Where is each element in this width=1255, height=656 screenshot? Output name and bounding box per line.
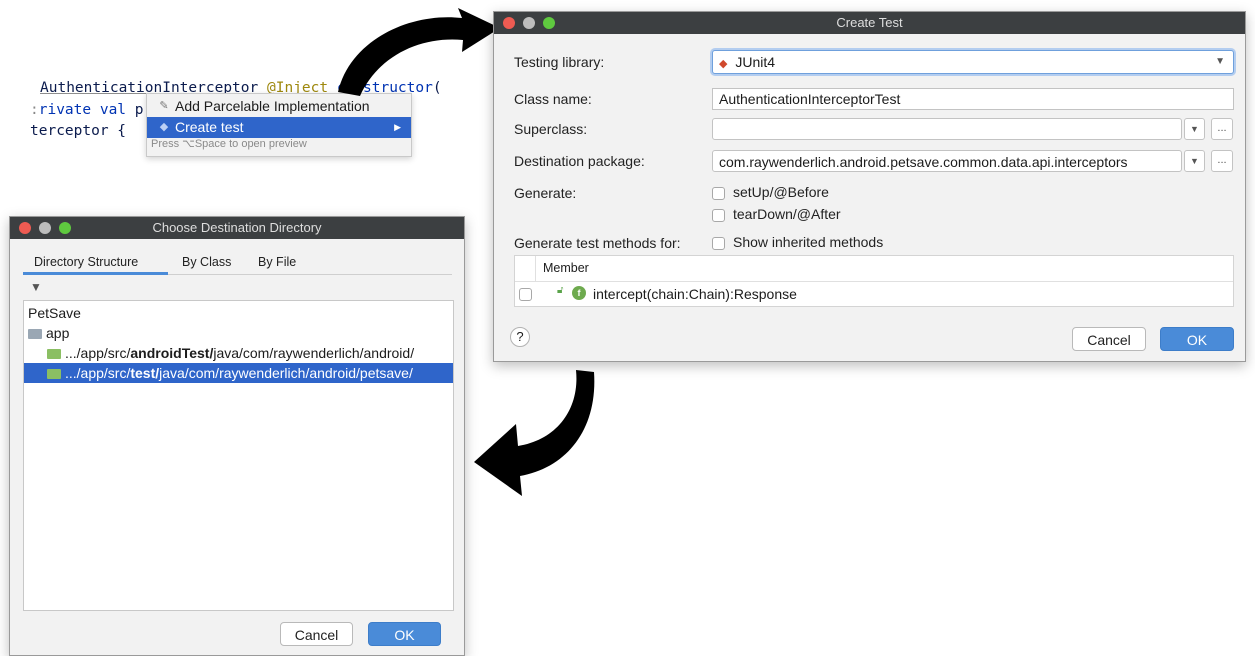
method-icon: f (572, 286, 586, 300)
curved-arrow-right-icon (338, 8, 500, 96)
unlock-icon: 🔓︎ (557, 285, 564, 296)
show-inherited-checkbox[interactable] (712, 237, 725, 250)
destination-package-dropdown-button[interactable]: ▼ (1184, 150, 1205, 172)
table-row[interactable]: 🔓︎ f intercept(chain:Chain):Response (515, 282, 1233, 306)
chevron-down-icon: ▼ (1190, 156, 1199, 166)
superclass-label: Superclass: (514, 121, 588, 137)
show-inherited-label: Show inherited methods (733, 234, 884, 250)
curved-arrow-down-left-icon (474, 370, 595, 496)
setup-label: setUp/@Before (733, 184, 829, 200)
member-table: Member 🔓︎ f intercept(chain:Chain):Respo… (514, 255, 1234, 307)
create-test-dialog: Create Test Testing library: ◆ JUnit4 ▼ … (493, 11, 1246, 362)
generate-label: Generate: (514, 185, 577, 201)
chevron-down-icon: ▼ (1190, 124, 1199, 134)
test-folder-icon (47, 369, 61, 379)
zoom-window-button[interactable] (543, 17, 555, 29)
test-folder-icon (47, 349, 61, 359)
class-name-field[interactable] (712, 88, 1234, 110)
directory-tree: PetSave app .../app/src/androidTest/java… (23, 300, 454, 611)
minimize-window-button[interactable] (523, 17, 535, 29)
minimize-window-button[interactable] (39, 222, 51, 234)
help-button[interactable]: ? (510, 327, 530, 347)
test-methods-label: Generate test methods for: (514, 235, 681, 251)
junit-icon: ◆ (719, 58, 728, 70)
filter-icon[interactable]: ▼ (30, 280, 42, 294)
ok-button[interactable]: OK (368, 622, 441, 646)
tree-item-petsave[interactable]: PetSave (28, 303, 453, 323)
close-window-button[interactable] (503, 17, 515, 29)
tab-by-file[interactable]: By File (258, 255, 296, 269)
tab-directory-structure[interactable]: Directory Structure (34, 255, 138, 269)
teardown-label: tearDown/@After (733, 206, 841, 222)
superclass-dropdown-button[interactable]: ▼ (1184, 118, 1205, 140)
table-header: Member (515, 256, 1233, 282)
testing-library-label: Testing library: (514, 54, 605, 70)
destination-package-browse-button[interactable]: ... (1211, 150, 1233, 172)
member-column-header: Member (543, 261, 589, 275)
member-checkbox[interactable] (519, 288, 532, 301)
ok-button[interactable]: OK (1160, 327, 1234, 351)
superclass-field[interactable] (712, 118, 1182, 140)
tree-item-test[interactable]: .../app/src/test/java/com/raywenderlich/… (24, 363, 453, 383)
choose-destination-dialog: Choose Destination Directory Directory S… (9, 216, 465, 656)
active-tab-indicator (23, 272, 168, 275)
teardown-checkbox[interactable] (712, 209, 725, 222)
destination-package-field[interactable]: com.raywenderlich.android.petsave.common… (712, 150, 1182, 172)
module-folder-icon (28, 329, 42, 339)
testing-library-select[interactable]: ◆ JUnit4 ▼ (712, 50, 1234, 74)
dialog-title: Choose Destination Directory (152, 220, 322, 235)
destination-package-label: Destination package: (514, 153, 645, 169)
cancel-button[interactable]: Cancel (1072, 327, 1146, 351)
tree-item-app[interactable]: app (28, 323, 453, 343)
dialog-title: Create Test (836, 15, 903, 30)
class-name-label: Class name: (514, 91, 592, 107)
chevron-down-icon: ▼ (1215, 56, 1225, 67)
create-test-titlebar: Create Test (494, 12, 1245, 34)
superclass-browse-button[interactable]: ... (1211, 118, 1233, 140)
member-name: intercept(chain:Chain):Response (593, 286, 797, 302)
close-window-button[interactable] (19, 222, 31, 234)
choose-dir-titlebar: Choose Destination Directory (10, 217, 464, 239)
tab-by-class[interactable]: By Class (182, 255, 231, 269)
zoom-window-button[interactable] (59, 222, 71, 234)
setup-checkbox[interactable] (712, 187, 725, 200)
cancel-button[interactable]: Cancel (280, 622, 353, 646)
tree-item-androidtest[interactable]: .../app/src/androidTest/java/com/raywend… (24, 343, 453, 363)
